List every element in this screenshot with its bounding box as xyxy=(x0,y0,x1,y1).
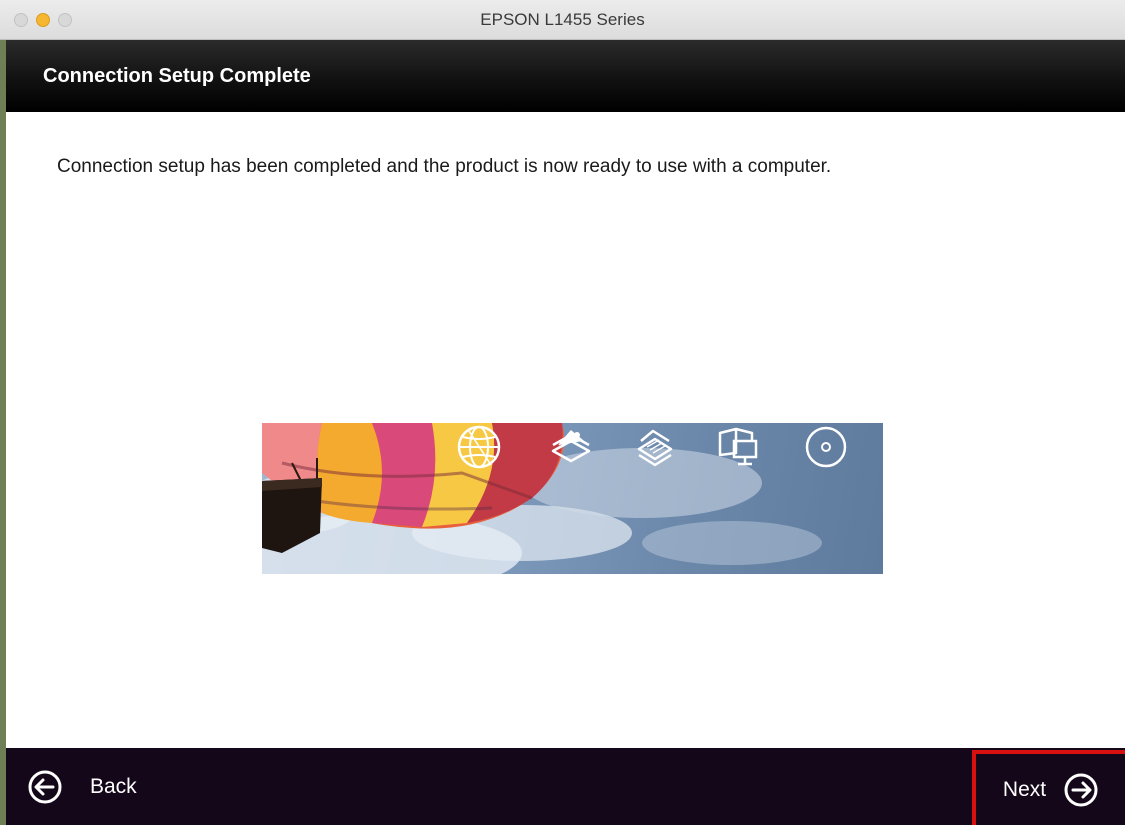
document-stack-icon xyxy=(637,429,673,467)
book-monitor-icon xyxy=(718,427,758,466)
arrow-right-circle-icon xyxy=(1064,773,1098,806)
arrow-left-circle-icon xyxy=(28,770,62,803)
header-band: Connection Setup Complete xyxy=(6,40,1125,112)
next-button[interactable]: Next xyxy=(972,750,1125,825)
next-button-label: Next xyxy=(1002,777,1047,801)
completion-message: Connection setup has been completed and … xyxy=(57,156,832,177)
installer-window: EPSON L1455 Series Connection Setup Comp… xyxy=(0,0,1125,825)
content-area: Connection setup has been completed and … xyxy=(6,112,1125,748)
page-title: Connection Setup Complete xyxy=(43,65,311,87)
globe-icon xyxy=(457,425,501,469)
disc-icon xyxy=(805,426,847,468)
title-bar: EPSON L1455 Series xyxy=(0,0,1125,40)
photo-stack-icon xyxy=(551,429,591,463)
window-title: EPSON L1455 Series xyxy=(480,10,645,29)
banner-image xyxy=(262,423,883,574)
footer-bar: Back Next xyxy=(6,748,1125,825)
back-button[interactable]: Back xyxy=(28,748,137,825)
back-button-label: Back xyxy=(90,774,137,798)
